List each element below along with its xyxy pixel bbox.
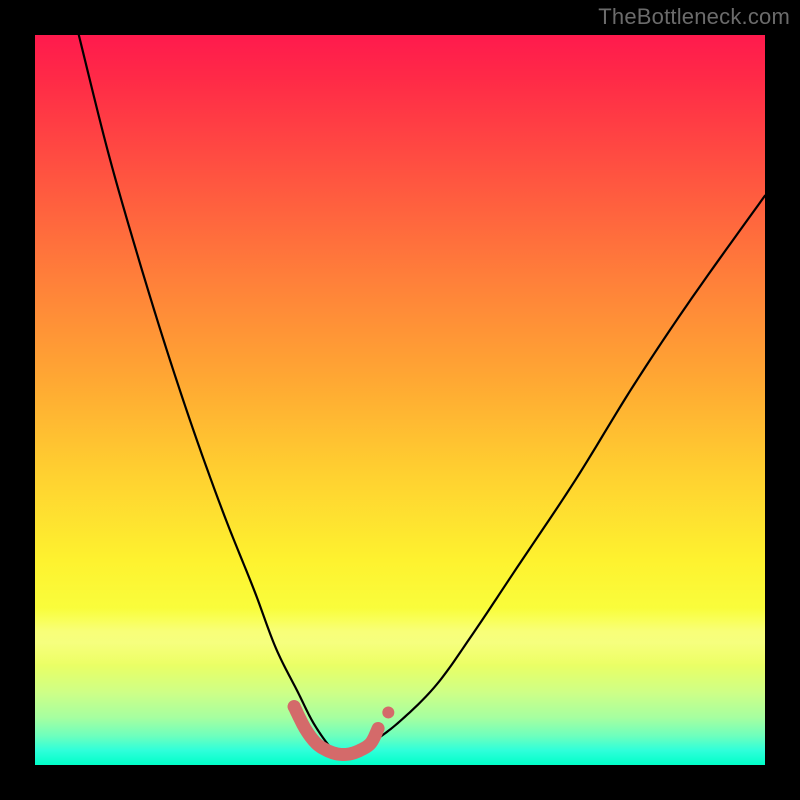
chart-frame: TheBottleneck.com bbox=[0, 0, 800, 800]
optimal-range-marker bbox=[294, 707, 378, 755]
plot-area bbox=[35, 35, 765, 765]
bottleneck-curve bbox=[79, 35, 765, 755]
watermark-text: TheBottleneck.com bbox=[598, 4, 790, 30]
curve-layer bbox=[35, 35, 765, 765]
